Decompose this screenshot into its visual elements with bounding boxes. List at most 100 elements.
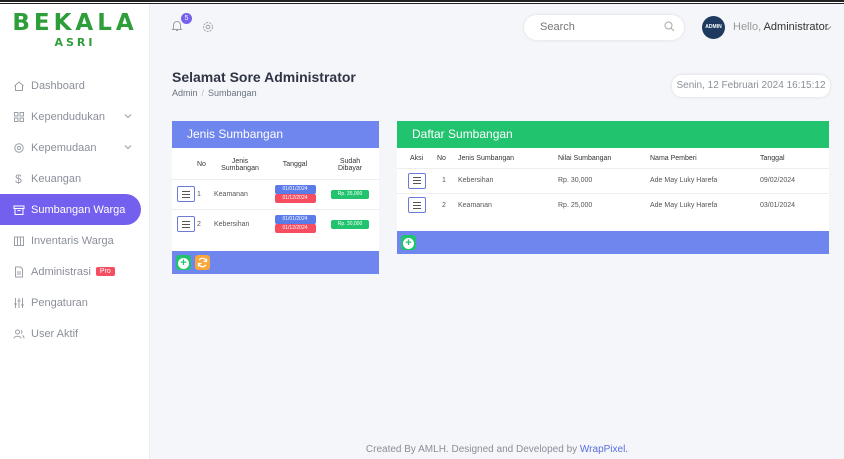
- search-input[interactable]: [540, 21, 650, 33]
- sidebar-item-kependudukan[interactable]: Kependudukan: [0, 101, 150, 132]
- sidebar-item-dashboard[interactable]: Dashboard: [0, 70, 150, 101]
- sidebar-item-kepemudaan[interactable]: Kepemudaan: [0, 132, 150, 163]
- notification-count-badge: 5: [181, 13, 192, 24]
- refresh-button[interactable]: [195, 255, 210, 270]
- sidebar-item-pengaturan[interactable]: Pengaturan: [0, 287, 150, 318]
- document-icon: [12, 265, 25, 278]
- chevron-down-icon[interactable]: [824, 23, 832, 35]
- column-header: Tanggal: [282, 161, 308, 169]
- settings-icon: [12, 141, 25, 154]
- plus-icon: +: [403, 238, 414, 249]
- jenis-sumbangan: Kebersihan: [458, 177, 494, 184]
- column-header: No: [197, 161, 206, 169]
- home-icon: [12, 79, 25, 92]
- refresh-icon: [197, 257, 208, 268]
- table-row: 1 Keamanan 01/01/2024 01/12/2024 Rp. 35,0…: [172, 179, 379, 209]
- column-header: Jenis Sumbangan: [458, 155, 515, 163]
- footer-link[interactable]: WrapPixel.: [580, 444, 628, 455]
- pro-badge: Pro: [95, 267, 115, 276]
- add-jenis-button[interactable]: +: [176, 255, 191, 270]
- nilai-sumbangan: Rp. 30,000: [558, 177, 593, 184]
- row-menu-button[interactable]: [177, 216, 195, 233]
- table-row: 2 Keamanan Rp. 25,000 Ade May Luky Haref…: [397, 193, 829, 217]
- jenis-sumbangan-card: Jenis Sumbangan No Jenis Sumbangan Tangg…: [172, 121, 379, 274]
- columns-icon: [12, 234, 25, 247]
- sidebar-item-sumbangan-warga[interactable]: Sumbangan Warga: [0, 194, 141, 225]
- jenis-sumbangan-table: No Jenis Sumbangan Tanggal Sudah Dibayar…: [172, 151, 379, 239]
- archive-icon: [12, 203, 25, 216]
- brand-name: BEKALA: [12, 10, 138, 36]
- sidebar-item-label: Kependudukan: [31, 110, 106, 123]
- sidebar-nav: Dashboard Kependudukan Kepemudaan $ Keua…: [0, 70, 150, 349]
- card-footer: +: [397, 231, 829, 254]
- end-date-badge: 01/12/2024: [274, 194, 316, 203]
- sidebar-item-label: Kepemudaan: [31, 141, 97, 154]
- current-datetime: Senin, 12 Februari 2024 16:15:12: [672, 75, 830, 97]
- users-icon: [12, 327, 25, 340]
- tanggal: 09/02/2024: [760, 177, 796, 184]
- paid-amount-badge: Rp. 35,000: [331, 189, 369, 199]
- nama-pemberi: Ade May Luky Harefa: [650, 177, 718, 184]
- row-number: 2: [197, 220, 201, 228]
- sidebar-item-label: User Aktif: [31, 327, 79, 340]
- footer-text: Created By AMLH. Designed and Developed …: [365, 444, 578, 455]
- table-row: 2 Kebersihan 01/01/2024 01/12/2024 Rp. 30…: [172, 209, 379, 239]
- dollar-icon: $: [15, 171, 22, 186]
- row-menu-button[interactable]: [408, 172, 426, 189]
- column-header: No: [437, 155, 446, 163]
- sidebar: BEKALA ASRI Dashboard Kependudukan Kepem…: [0, 4, 150, 459]
- table-row: 1 Kebersihan Rp. 30,000 Ade May Luky Har…: [397, 168, 829, 193]
- row-menu-button[interactable]: [408, 197, 426, 214]
- chevron-down-icon: [124, 111, 132, 123]
- chevron-down-icon: [124, 142, 132, 154]
- jenis-sumbangan-name: Keamanan: [214, 190, 248, 198]
- brand-logo[interactable]: BEKALA ASRI: [0, 6, 150, 54]
- row-number: 2: [442, 201, 446, 209]
- nama-pemberi: Ade May Luky Harefa: [650, 201, 718, 209]
- column-header: Sudah Dibayar: [337, 157, 363, 172]
- sidebar-item-label: Dashboard: [31, 79, 85, 92]
- page-title: Selamat Sore Administrator: [172, 69, 356, 85]
- card-title: Jenis Sumbangan: [172, 121, 379, 148]
- breadcrumb-item-admin[interactable]: Admin: [172, 88, 198, 98]
- brand-subtitle: ASRI: [54, 36, 96, 49]
- row-menu-button[interactable]: [177, 186, 195, 202]
- sidebar-item-label: Sumbangan Warga: [31, 203, 126, 216]
- gear-icon[interactable]: [202, 21, 214, 36]
- jenis-sumbangan-name: Kebersihan: [214, 220, 250, 228]
- end-date-badge: 01/12/2024: [274, 224, 316, 234]
- greeting-prefix: Hello,: [733, 21, 762, 33]
- row-number: 1: [197, 190, 201, 198]
- start-date-badge: 01/01/2024: [274, 185, 316, 194]
- column-header: Nilai Sumbangan: [558, 155, 612, 163]
- user-greeting[interactable]: Hello, Administrator: [733, 21, 828, 33]
- breadcrumb-item-sumbangan: Sumbangan: [208, 88, 257, 98]
- column-header: Nama Pemberi: [650, 155, 697, 163]
- sidebar-item-inventaris-warga[interactable]: Inventaris Warga: [0, 225, 150, 256]
- nilai-sumbangan: Rp. 25,000: [558, 201, 593, 209]
- sidebar-item-keuangan[interactable]: $ Keuangan: [0, 163, 150, 194]
- jenis-sumbangan: Keamanan: [458, 201, 492, 209]
- search-box: [524, 15, 684, 40]
- start-date-badge: 01/01/2024: [274, 215, 316, 225]
- sliders-icon: [12, 296, 25, 309]
- column-header: Jenis Sumbangan: [221, 157, 259, 172]
- grid-icon: [12, 110, 25, 123]
- tanggal: 03/01/2024: [760, 201, 796, 209]
- paid-amount-badge: Rp. 30,000: [331, 219, 369, 229]
- user-name: Administrator: [763, 21, 829, 33]
- search-icon[interactable]: [664, 21, 675, 35]
- sidebar-item-label: Administrasi: [31, 265, 91, 278]
- daftar-sumbangan-card: Daftar Sumbangan Aksi No Jenis Sumbangan…: [397, 121, 829, 254]
- sidebar-item-user-aktif[interactable]: User Aktif: [0, 318, 150, 349]
- sidebar-item-administrasi[interactable]: Administrasi Pro: [0, 256, 150, 287]
- row-number: 1: [442, 177, 446, 184]
- column-header: Tanggal: [760, 155, 785, 163]
- topbar: 5 ADMIN Hello, Administrator: [150, 4, 844, 50]
- daftar-sumbangan-table: Aksi No Jenis Sumbangan Nilai Sumbangan …: [397, 150, 829, 217]
- card-footer: +: [172, 251, 379, 274]
- breadcrumb: Admin / Sumbangan: [172, 88, 257, 98]
- avatar[interactable]: ADMIN: [702, 16, 725, 39]
- add-sumbangan-button[interactable]: +: [401, 235, 416, 250]
- top-border: [0, 0, 844, 4]
